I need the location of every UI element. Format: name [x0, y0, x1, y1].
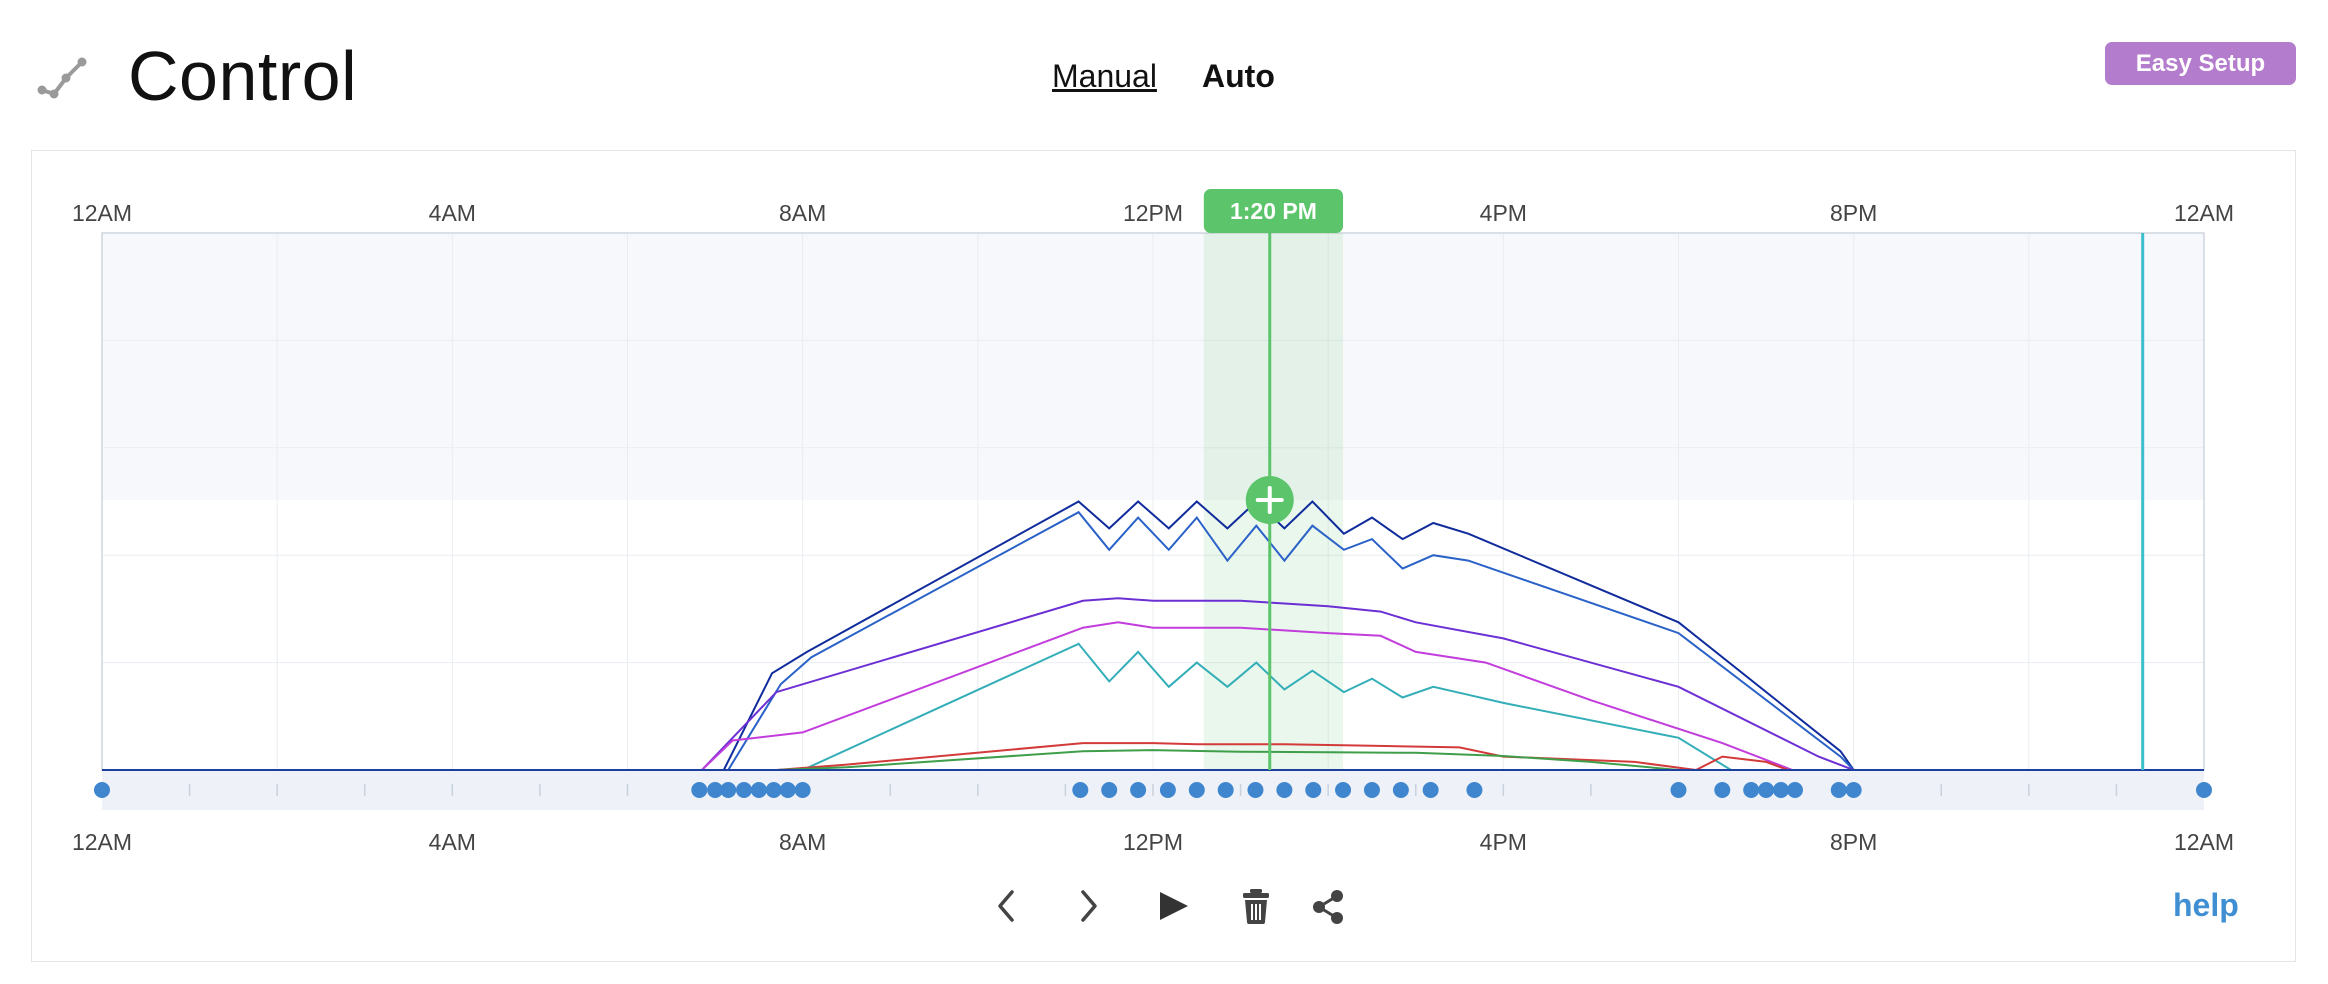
keyframe-dot[interactable]: [1072, 782, 1089, 798]
keyframe-dot[interactable]: [1130, 782, 1147, 798]
mode-auto-link[interactable]: Auto: [1202, 56, 1275, 96]
top-tick-label: 12AM: [72, 200, 132, 226]
bottom-tick-label: 8AM: [779, 829, 826, 855]
add-keyframe-button[interactable]: [1245, 476, 1294, 524]
share-icon[interactable]: [1303, 880, 1355, 932]
keyframe-dot[interactable]: [1101, 782, 1118, 798]
bottom-tick-label: 4PM: [1480, 829, 1527, 855]
keyframe-dot[interactable]: [1159, 782, 1176, 798]
page-title: Control: [128, 37, 358, 115]
keyframe-dot[interactable]: [1466, 782, 1483, 798]
keyframe-dot[interactable]: [1363, 782, 1380, 798]
keyframe-dot[interactable]: [94, 782, 110, 798]
keyframe-dot[interactable]: [720, 782, 737, 798]
help-link[interactable]: help: [2173, 887, 2239, 924]
keyframe-dot[interactable]: [1830, 782, 1847, 798]
keyframe-dot[interactable]: [1335, 782, 1352, 798]
keyframe-dot[interactable]: [1188, 782, 1205, 798]
current-time-badge: 1:20 PM: [1203, 189, 1344, 233]
easy-setup-button[interactable]: Easy Setup: [2105, 42, 2296, 85]
keyframe-dot[interactable]: [1247, 782, 1264, 798]
top-tick-label: 4PM: [1480, 200, 1527, 226]
bottom-tick-label: 12AM: [2174, 829, 2234, 855]
current-time-label: 1:20 PM: [1230, 198, 1317, 224]
bottom-tick-label: 12PM: [1123, 829, 1183, 855]
keyframe-dot[interactable]: [691, 782, 708, 798]
keyframe-dot[interactable]: [1758, 782, 1775, 798]
keyframe-dot[interactable]: [1305, 782, 1322, 798]
keyframe-dot[interactable]: [1772, 782, 1789, 798]
top-tick-label: 8PM: [1830, 200, 1877, 226]
keyframe-dot[interactable]: [1714, 782, 1731, 798]
top-tick-label: 12PM: [1123, 200, 1183, 226]
line-chart-icon: [37, 57, 87, 99]
keyframe-dot[interactable]: [1743, 782, 1760, 798]
trash-icon[interactable]: [1230, 880, 1282, 932]
keyframe-dot[interactable]: [1217, 782, 1234, 798]
keyframe-dot[interactable]: [1670, 782, 1687, 798]
keyframe-dot[interactable]: [765, 782, 782, 798]
keyframe-dot[interactable]: [794, 782, 811, 798]
keyframe-dot[interactable]: [1392, 782, 1409, 798]
bottom-tick-label: 12AM: [72, 829, 132, 855]
keyframe-dot[interactable]: [2196, 782, 2212, 798]
keyframe-dot[interactable]: [1422, 782, 1439, 798]
top-tick-label: 8AM: [779, 200, 826, 226]
keyframe-dot[interactable]: [750, 782, 767, 798]
play-icon[interactable]: [1146, 880, 1198, 932]
top-tick-label: 12AM: [2174, 200, 2234, 226]
header: Control Manual Auto Easy Setup: [0, 0, 2328, 150]
keyframe-dot[interactable]: [735, 782, 752, 798]
playback-toolbar: [980, 880, 1360, 936]
chevron-left-icon[interactable]: [980, 880, 1032, 932]
keyframe-dot[interactable]: [779, 782, 796, 798]
schedule-chart[interactable]: 1:20 PM 12AM 4AM 8AM 12PM 4PM 8PM 12AM 12AM 4AM…: [32, 151, 2297, 963]
bottom-tick-label: 8PM: [1830, 829, 1877, 855]
mode-manual-link[interactable]: Manual: [1052, 56, 1157, 96]
keyframe-dot[interactable]: [1786, 782, 1803, 798]
bottom-axis-labels: 12AM 4AM 8AM 12PM 4PM 8PM 12AM: [72, 829, 2234, 855]
top-tick-label: 4AM: [429, 200, 476, 226]
keyframe-dot[interactable]: [1276, 782, 1293, 798]
bottom-tick-label: 4AM: [429, 829, 476, 855]
schedule-panel: 1:20 PM 12AM 4AM 8AM 12PM 4PM 8PM 12AM 12AM 4AM…: [31, 150, 2296, 962]
top-axis-labels: 12AM 4AM 8AM 12PM 4PM 8PM 12AM: [72, 200, 2234, 226]
keyframe-dot[interactable]: [1845, 782, 1862, 798]
chevron-right-icon[interactable]: [1063, 880, 1115, 932]
